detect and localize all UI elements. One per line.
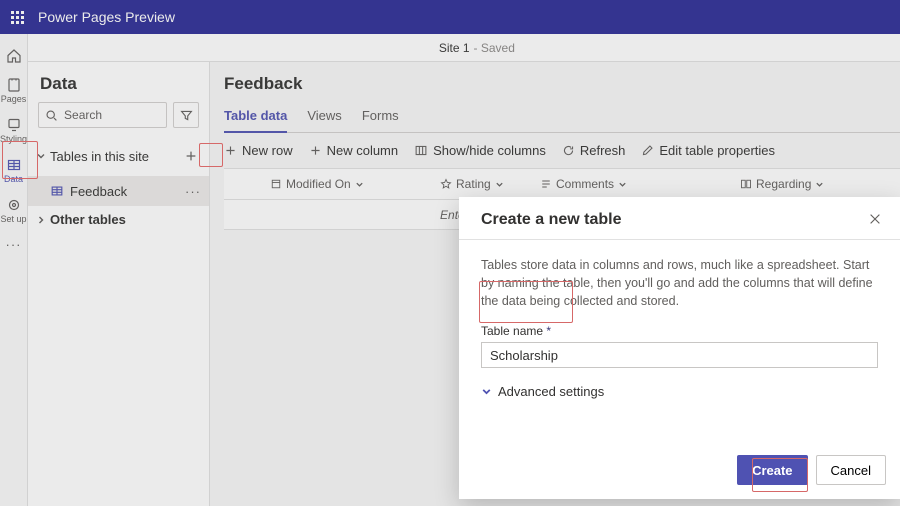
columns-icon bbox=[414, 144, 428, 157]
modal-description: Tables store data in columns and rows, m… bbox=[481, 256, 878, 310]
ellipsis-icon: ··· bbox=[6, 237, 22, 252]
tree-section-label: Tables in this site bbox=[50, 149, 179, 164]
rail-item-setup[interactable]: Set up bbox=[0, 190, 27, 230]
rail-item-more[interactable]: ··· bbox=[0, 230, 27, 258]
tabs: Table data Views Forms bbox=[224, 102, 900, 133]
advanced-settings-label: Advanced settings bbox=[498, 384, 604, 399]
styling-icon bbox=[6, 117, 22, 133]
chevron-down-icon bbox=[34, 151, 48, 161]
search-placeholder: Search bbox=[64, 108, 102, 122]
column-header-regarding[interactable]: Regarding bbox=[734, 177, 900, 191]
close-icon bbox=[868, 212, 882, 226]
cancel-button[interactable]: Cancel bbox=[816, 455, 886, 485]
filter-icon bbox=[180, 109, 193, 122]
waffle-icon bbox=[11, 11, 24, 24]
home-icon bbox=[6, 48, 22, 64]
tree-item-more-button[interactable]: ··· bbox=[185, 184, 201, 199]
table-icon bbox=[50, 184, 64, 198]
tab-views[interactable]: Views bbox=[307, 102, 341, 132]
rail-label-styling: Styling bbox=[0, 134, 27, 144]
data-side-panel: Data Search Tables in this site bbox=[28, 62, 210, 506]
column-header-modified-on[interactable]: Modified On bbox=[264, 177, 434, 191]
search-icon bbox=[45, 109, 58, 122]
table-header-row: Modified On Rating Comments Regarding bbox=[224, 168, 900, 200]
rail-item-styling[interactable]: Styling bbox=[0, 110, 27, 150]
required-indicator: * bbox=[546, 324, 551, 338]
site-name: Site 1 bbox=[439, 41, 470, 55]
column-header-comments[interactable]: Comments bbox=[534, 177, 734, 191]
plus-icon bbox=[224, 144, 237, 157]
chevron-down-icon bbox=[815, 180, 824, 189]
data-icon bbox=[6, 157, 22, 173]
tab-table-data[interactable]: Table data bbox=[224, 102, 287, 133]
edit-icon bbox=[641, 144, 654, 157]
plus-icon bbox=[309, 144, 322, 157]
table-name-field-group: Table name * bbox=[481, 324, 878, 368]
pages-icon bbox=[6, 77, 22, 93]
column-header-rating[interactable]: Rating bbox=[434, 177, 534, 191]
modal-title: Create a new table bbox=[481, 211, 868, 229]
star-icon bbox=[440, 178, 452, 190]
site-status-bar: Site 1 - Saved bbox=[28, 34, 900, 62]
app-launcher-button[interactable] bbox=[0, 0, 34, 34]
advanced-settings-toggle[interactable]: Advanced settings bbox=[481, 384, 878, 399]
rail-home-button[interactable] bbox=[0, 42, 27, 70]
rail-label-data: Data bbox=[4, 174, 23, 184]
tree-item-feedback[interactable]: Feedback ··· bbox=[28, 176, 209, 206]
tree-section-other[interactable]: Other tables bbox=[28, 206, 209, 235]
rail-item-data[interactable]: Data bbox=[0, 150, 27, 190]
tab-forms[interactable]: Forms bbox=[362, 102, 399, 132]
product-title: Power Pages Preview bbox=[38, 9, 175, 25]
side-title: Data bbox=[28, 62, 209, 102]
site-state: Saved bbox=[481, 41, 515, 55]
command-bar: New row New column Show/hide columns Ref… bbox=[224, 133, 900, 168]
chevron-right-icon bbox=[34, 215, 48, 225]
page-title: Feedback bbox=[224, 74, 900, 94]
rail-item-pages[interactable]: Pages bbox=[0, 70, 27, 110]
setup-icon bbox=[6, 197, 22, 213]
plus-icon bbox=[184, 149, 198, 163]
edit-table-properties-button[interactable]: Edit table properties bbox=[641, 143, 775, 158]
filter-button[interactable] bbox=[173, 102, 199, 128]
rail-label-pages: Pages bbox=[1, 94, 27, 104]
lookup-icon bbox=[740, 178, 752, 190]
refresh-icon bbox=[562, 144, 575, 157]
rail-label-setup: Set up bbox=[0, 214, 26, 224]
calendar-icon bbox=[270, 178, 282, 190]
chevron-down-icon bbox=[618, 180, 627, 189]
chevron-down-icon bbox=[355, 180, 364, 189]
table-name-input[interactable] bbox=[481, 342, 878, 368]
new-row-button[interactable]: New row bbox=[224, 143, 293, 158]
tree-section-in-site[interactable]: Tables in this site bbox=[28, 136, 209, 176]
left-rail: Pages Styling Data Set up ··· bbox=[0, 34, 28, 506]
chevron-down-icon bbox=[481, 386, 492, 397]
tree-item-label: Feedback bbox=[70, 184, 127, 199]
new-column-button[interactable]: New column bbox=[309, 143, 399, 158]
tree-section-other-label: Other tables bbox=[50, 212, 203, 227]
show-hide-columns-button[interactable]: Show/hide columns bbox=[414, 143, 546, 158]
chevron-down-icon bbox=[495, 180, 504, 189]
create-table-modal: Create a new table Tables store data in … bbox=[459, 197, 900, 499]
modal-close-button[interactable] bbox=[868, 212, 882, 229]
text-icon bbox=[540, 178, 552, 190]
refresh-button[interactable]: Refresh bbox=[562, 143, 626, 158]
top-bar: Power Pages Preview bbox=[0, 0, 900, 34]
add-table-button[interactable] bbox=[179, 144, 203, 168]
search-input[interactable]: Search bbox=[38, 102, 167, 128]
create-button[interactable]: Create bbox=[737, 455, 807, 485]
field-label: Table name bbox=[481, 324, 543, 338]
